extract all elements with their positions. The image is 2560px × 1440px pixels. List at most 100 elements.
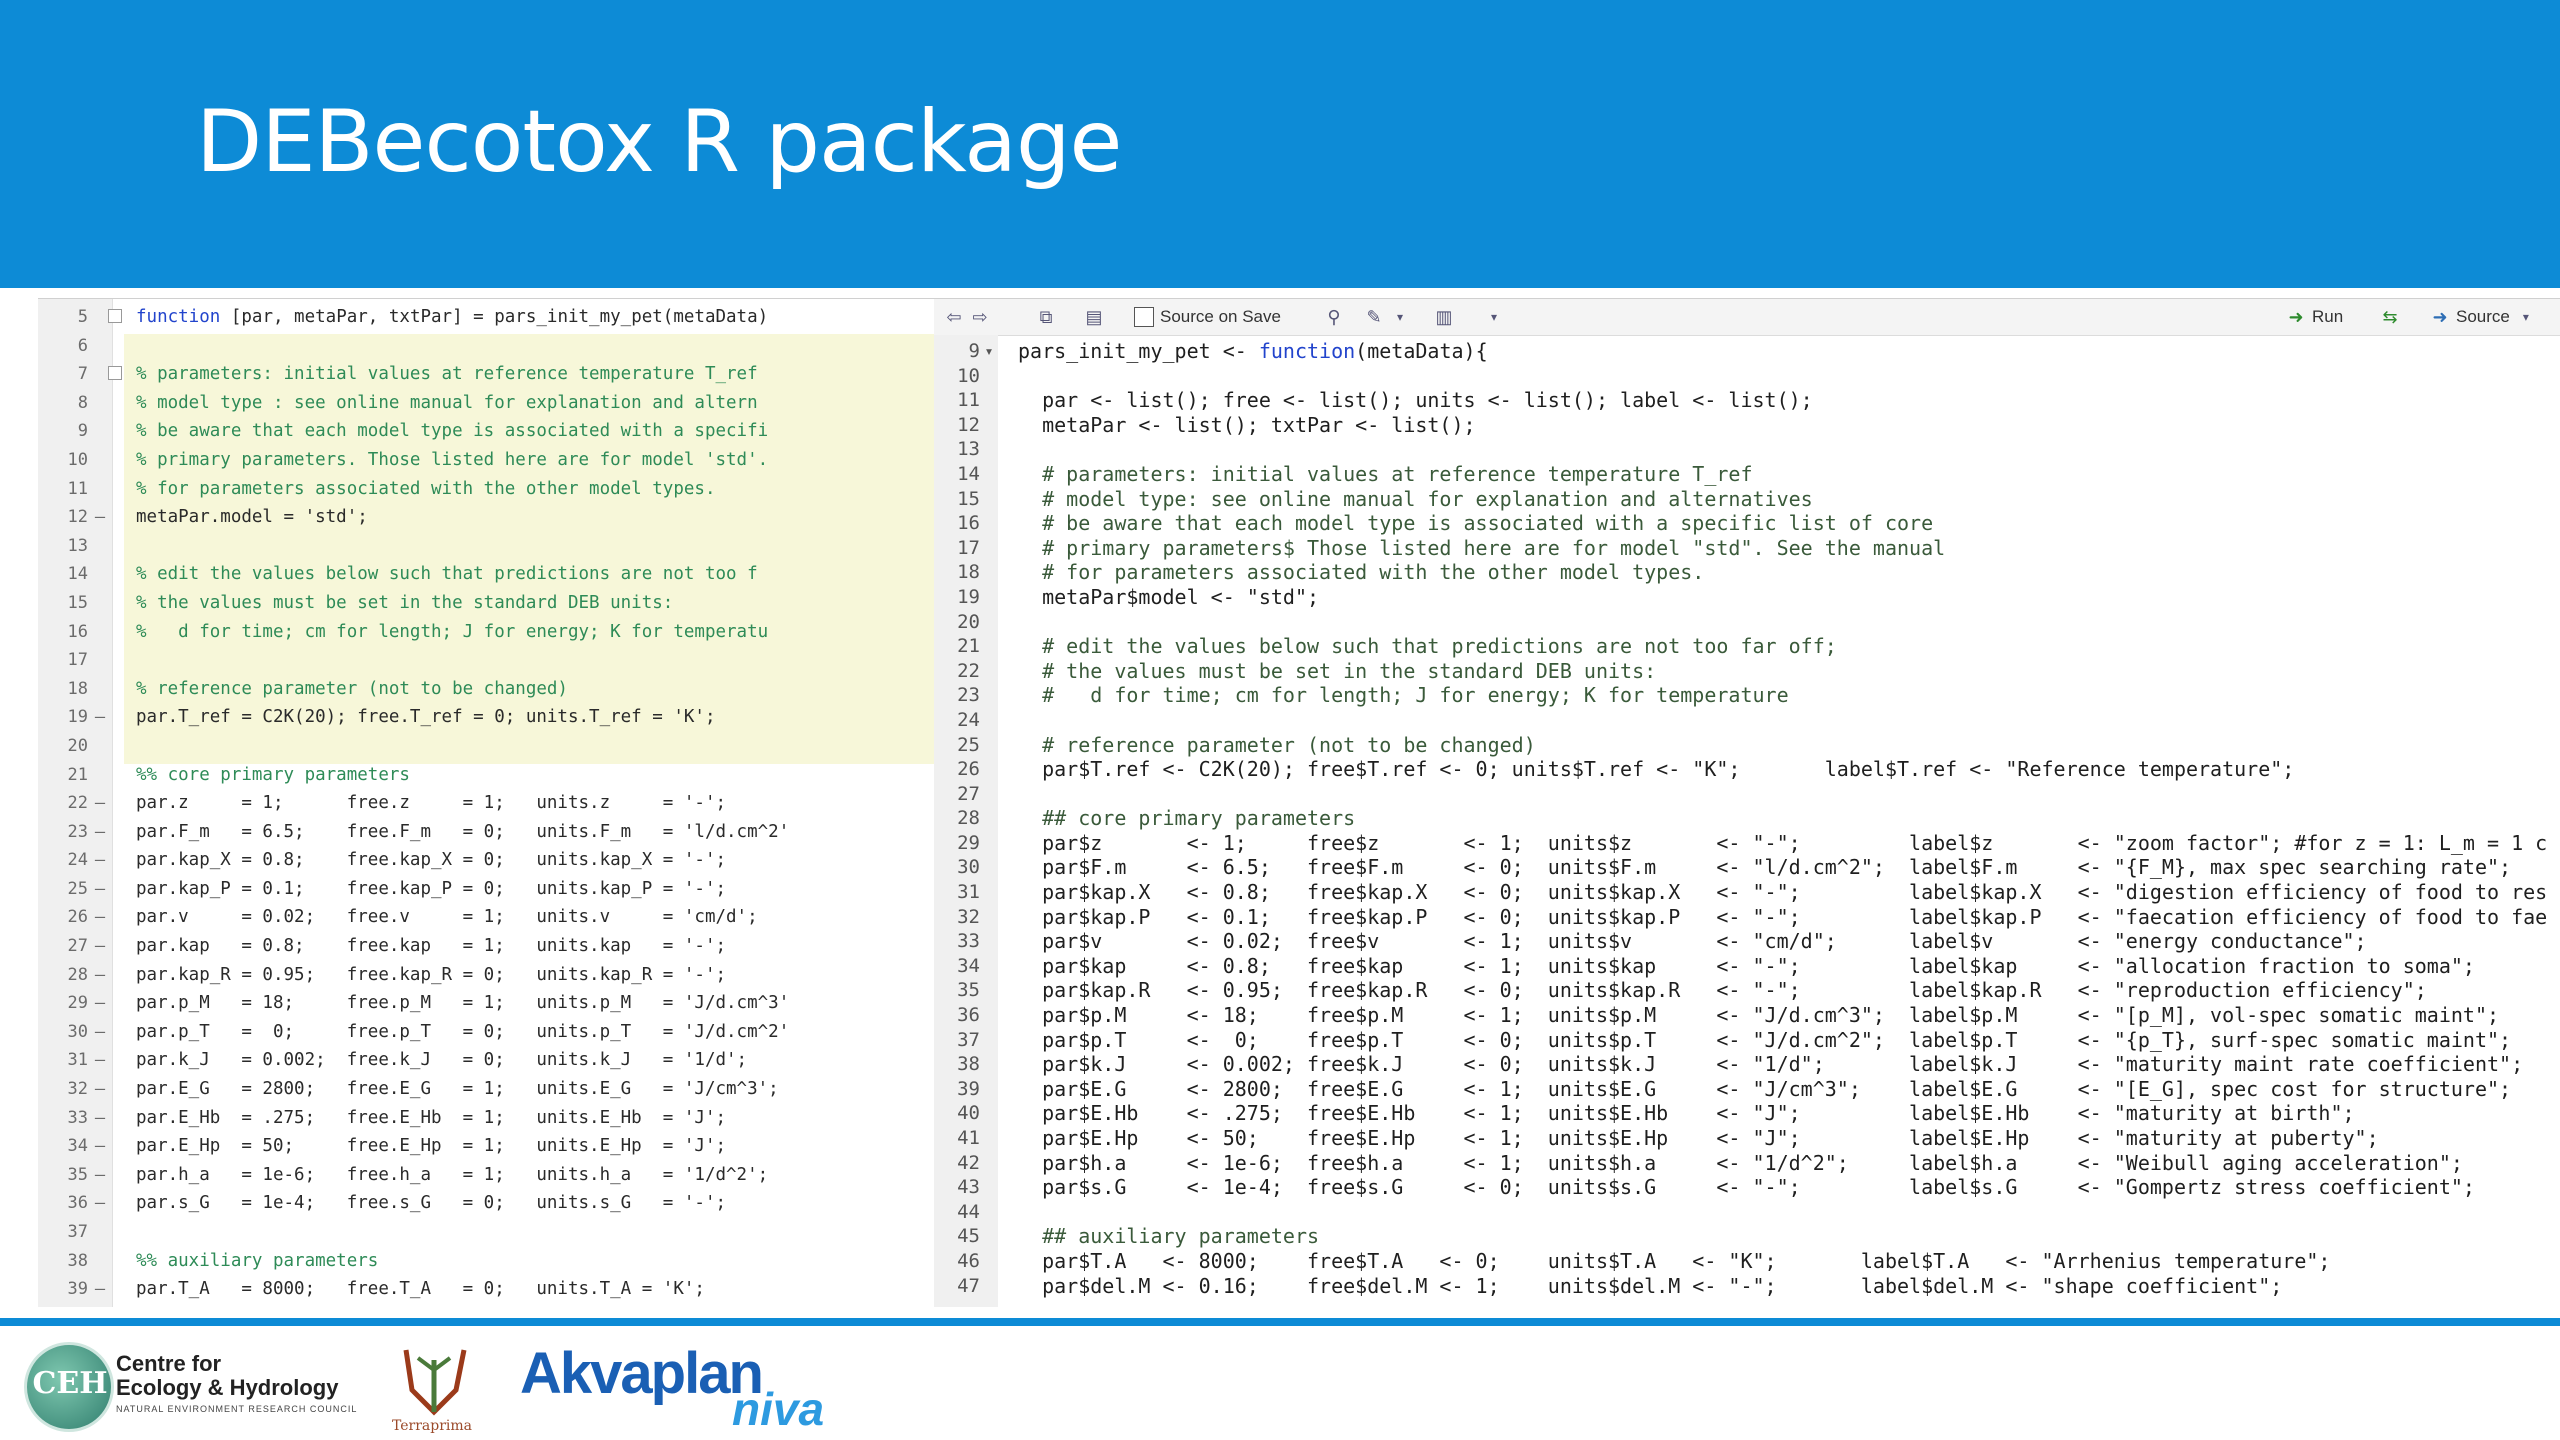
code-line[interactable]: 15 # model type: see online manual for e… <box>934 487 2547 512</box>
code-line[interactable]: 13 <box>934 437 2547 462</box>
code-line[interactable]: 11 par <- list(); free <- list(); units … <box>934 388 2547 413</box>
code-line[interactable]: 27– par.kap = 0.8; free.kap = 1; units.ka… <box>38 932 789 961</box>
code-line[interactable]: 14 # parameters: initial values at refer… <box>934 462 2547 487</box>
code-line[interactable]: 23 # d for time; cm for length; J for en… <box>934 683 2547 708</box>
code-line[interactable]: 31 par$kap.X <- 0.8; free$kap.X <- 0; un… <box>934 880 2547 905</box>
show-in-window-button[interactable]: ⧉ <box>1036 305 1056 329</box>
run-button[interactable]: ➜ Run <box>2286 305 2343 329</box>
code-line[interactable]: 36– par.s_G = 1e-4; free.s_G = 0; units.s… <box>38 1189 789 1218</box>
code-line[interactable]: 9 ▾ pars_init_my_pet <- function(metaData)… <box>934 339 2547 364</box>
code-line[interactable]: 44 <box>934 1200 2547 1225</box>
code-line[interactable]: 39– par.T_A = 8000; free.T_A = 0; units.T… <box>38 1275 789 1304</box>
code-line[interactable]: 30 par$F.m <- 6.5; free$F.m <- 0; units$… <box>934 855 2547 880</box>
source-button[interactable]: ➜ Source ▾ <box>2430 305 2536 329</box>
code-line[interactable]: 26– par.v = 0.02; free.v = 1; units.v = '… <box>38 903 789 932</box>
code-line[interactable]: 10 % primary parameters. Those listed her… <box>38 446 789 475</box>
code-tools-button[interactable]: ✎ ▾ <box>1364 305 1410 329</box>
code-line[interactable]: 15 % the values must be set in the standa… <box>38 589 789 618</box>
code-line[interactable]: 25– par.kap_P = 0.1; free.kap_P = 0; unit… <box>38 875 789 904</box>
code-line[interactable]: 23– par.F_m = 6.5; free.F_m = 0; units.F_… <box>38 818 790 847</box>
code-line[interactable]: 25 # reference parameter (not to be chan… <box>934 733 2547 758</box>
code-line[interactable]: 47 par$del.M <- 0.16; free$del.M <- 1; u… <box>934 1274 2547 1299</box>
code-line[interactable]: 33– par.E_Hb = .275; free.E_Hb = 1; units… <box>38 1104 789 1133</box>
compile-report-button[interactable]: ▥ <box>1434 305 1454 329</box>
code-line[interactable]: 11 % for parameters associated with the o… <box>38 475 789 504</box>
code-line[interactable]: 42 par$h.a <- 1e-6; free$h.a <- 1; units… <box>934 1151 2547 1176</box>
code-line[interactable]: 41 par$E.Hp <- 50; free$E.Hp <- 1; units… <box>934 1126 2547 1151</box>
code-line[interactable]: 43 par$s.G <- 1e-4; free$s.G <- 0; units… <box>934 1175 2547 1200</box>
source-on-save-checkbox[interactable] <box>1134 307 1154 327</box>
code-line[interactable]: 16 # be aware that each model type is as… <box>934 511 2547 536</box>
code-line[interactable]: 40 par$E.Hb <- .275; free$E.Hb <- 1; uni… <box>934 1101 2547 1126</box>
code-line[interactable]: 21 # edit the values below such that pre… <box>934 634 2547 659</box>
code-line[interactable]: 36 par$p.M <- 18; free$p.M <- 1; units$p… <box>934 1003 2547 1028</box>
line-number: 47 <box>957 1274 980 1297</box>
rerun-button[interactable]: ⇆ <box>2380 305 2400 329</box>
code-text: par.v = 0.02; free.v = 1; units.v = 'cm/… <box>136 907 758 928</box>
code-line[interactable]: 22– par.z = 1; free.z = 1; units.z = '-'; <box>38 789 789 818</box>
line-marker <box>980 610 998 635</box>
code-line[interactable]: 12 metaPar <- list(); txtPar <- list(); <box>934 413 2547 438</box>
code-line[interactable]: 19– par.T_ref = C2K(20); free.T_ref = 0; … <box>38 703 789 732</box>
code-line[interactable]: 16 % d for time; cm for length; J for ene… <box>38 618 789 647</box>
code-line[interactable]: 28– par.kap_R = 0.95; free.kap_R = 0; uni… <box>38 961 789 990</box>
code-line[interactable]: 30– par.p_T = 0; free.p_T = 0; units.p_T … <box>38 1018 790 1047</box>
code-line[interactable]: 18 # for parameters associated with the … <box>934 560 2547 585</box>
code-line[interactable]: 34 par$kap <- 0.8; free$kap <- 1; units$… <box>934 954 2547 979</box>
code-line[interactable]: 32– par.E_G = 2800; free.E_G = 1; units.E… <box>38 1075 789 1104</box>
code-line[interactable]: 20 <box>38 732 789 761</box>
code-text: metaPar$model <- "std"; <box>1018 584 1320 609</box>
code-line[interactable]: 37 par$p.T <- 0; free$p.T <- 0; units$p.… <box>934 1028 2547 1053</box>
code-line[interactable]: 12– metaPar.model = 'std'; <box>38 503 789 532</box>
code-text: ## auxiliary parameters <box>1018 1224 1320 1249</box>
code-line[interactable]: 6 <box>38 332 789 361</box>
line-number: 9 <box>77 421 88 442</box>
code-line[interactable]: 28 ## core primary parameters <box>934 806 2547 831</box>
code-line[interactable]: 29– par.p_M = 18; free.p_M = 1; units.p_M… <box>38 989 790 1018</box>
find-button[interactable]: ⚲ <box>1324 305 1344 329</box>
code-line[interactable]: 27 <box>934 782 2547 807</box>
code-line[interactable]: 35– par.h_a = 1e-6; free.h_a = 1; units.h… <box>38 1161 789 1190</box>
niva-wordmark: niva <box>732 1383 825 1435</box>
code-line[interactable]: 9 % be aware that each model type is asso… <box>38 417 789 446</box>
code-line[interactable]: 34– par.E_Hp = 50; free.E_Hp = 1; units.E… <box>38 1132 789 1161</box>
code-line[interactable]: 31– par.k_J = 0.002; free.k_J = 0; units.… <box>38 1046 789 1075</box>
code-line[interactable]: 18 % reference parameter (not to be chang… <box>38 675 789 704</box>
code-line[interactable]: 37 <box>38 1218 789 1247</box>
code-line[interactable]: 10 <box>934 364 2547 389</box>
code-line[interactable]: 5 function [par, metaPar, txtPar] = pars_… <box>38 303 789 332</box>
source-on-save-toggle[interactable]: Source on Save <box>1134 305 1281 329</box>
save-button[interactable]: ▤ <box>1084 305 1104 329</box>
code-line[interactable]: 14 % edit the values below such that pred… <box>38 560 789 589</box>
more-menu-button[interactable]: ▾ <box>1484 305 1504 329</box>
code-line[interactable]: 8 % model type : see online manual for ex… <box>38 389 789 418</box>
code-line[interactable]: 19 metaPar$model <- "std"; <box>934 585 2547 610</box>
code-line[interactable]: 20 <box>934 610 2547 635</box>
code-line[interactable]: 17 # primary parameters$ Those listed he… <box>934 536 2547 561</box>
code-line[interactable]: 24 <box>934 708 2547 733</box>
code-line[interactable]: 38 par$k.J <- 0.002; free$k.J <- 0; unit… <box>934 1052 2547 1077</box>
line-marker <box>88 1218 112 1247</box>
line-number: 41 <box>957 1127 980 1149</box>
code-line[interactable]: 33 par$v <- 0.02; free$v <- 1; units$v <… <box>934 929 2547 954</box>
code-line[interactable]: 39 par$E.G <- 2800; free$E.G <- 1; units… <box>934 1077 2547 1102</box>
code-line[interactable]: 35 par$kap.R <- 0.95; free$kap.R <- 0; u… <box>934 978 2547 1003</box>
code-line[interactable]: 38 %% auxiliary parameters <box>38 1247 789 1276</box>
code-line[interactable]: 45 ## auxiliary parameters <box>934 1224 2547 1249</box>
code-line[interactable]: 32 par$kap.P <- 0.1; free$kap.P <- 0; un… <box>934 905 2547 930</box>
code-line[interactable]: 22 # the values must be set in the stand… <box>934 659 2547 684</box>
code-line[interactable]: 21 %% core primary parameters <box>38 761 789 790</box>
forward-arrow-icon[interactable]: ⇨ <box>970 307 990 327</box>
code-line[interactable]: 17 <box>38 646 789 675</box>
code-line[interactable]: 46 par$T.A <- 8000; free$T.A <- 0; units… <box>934 1249 2547 1274</box>
code-line[interactable]: 24– par.kap_X = 0.8; free.kap_X = 0; unit… <box>38 846 789 875</box>
ceh-line2: Ecology & Hydrology <box>116 1375 339 1400</box>
back-arrow-icon[interactable]: ⇦ <box>944 307 964 327</box>
code-text: # for parameters associated with the oth… <box>1018 560 1705 585</box>
code-text: % d for time; cm for length; J for energ… <box>136 621 769 642</box>
line-number: 46 <box>957 1249 980 1272</box>
code-line[interactable]: 13 <box>38 532 789 561</box>
code-line[interactable]: 26 par$T.ref <- C2K(20); free$T.ref <- 0… <box>934 757 2547 782</box>
code-line[interactable]: 7 % parameters: initial values at referen… <box>38 360 789 389</box>
code-line[interactable]: 29 par$z <- 1; free$z <- 1; units$z <- "… <box>934 831 2547 856</box>
